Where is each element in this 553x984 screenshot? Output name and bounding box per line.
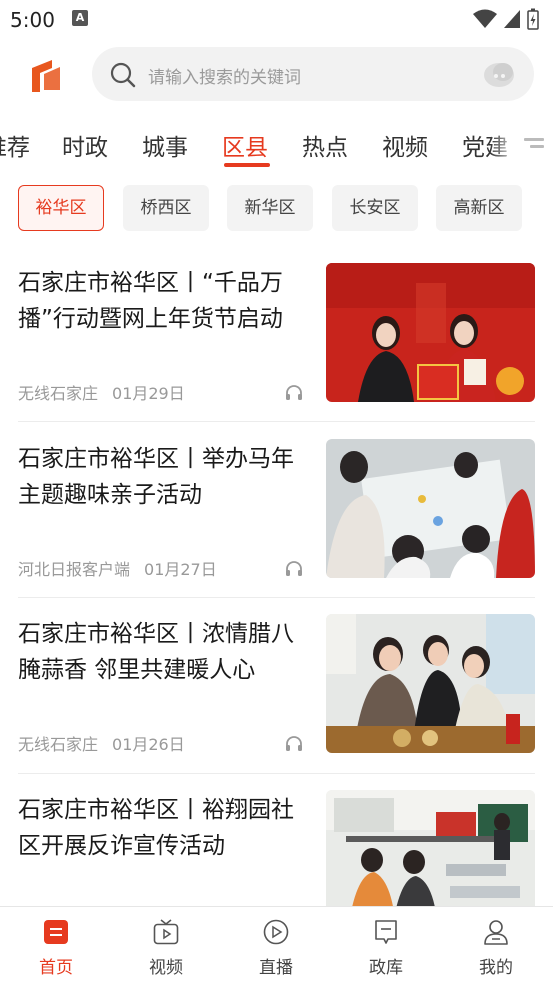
voice-assistant-icon[interactable] — [482, 59, 516, 89]
tv-icon — [153, 919, 179, 945]
chip-xinhua[interactable]: 新华区 — [227, 185, 313, 231]
signal-icon — [504, 10, 520, 28]
headphones-icon[interactable] — [284, 383, 304, 401]
active-tab-indicator — [224, 163, 270, 167]
district-chips: 裕华区 桥西区 新华区 长安区 高新区 — [0, 184, 553, 234]
home-icon — [44, 920, 68, 944]
channel-tabs: 推荐 时政 城事 区县 热点 视频 党建 — [0, 112, 553, 172]
news-thumbnail — [326, 263, 535, 402]
nav-gov-library[interactable]: 政库 — [331, 907, 441, 984]
news-thumbnail — [326, 614, 535, 753]
news-source: 无线石家庄 — [18, 735, 99, 754]
news-title: 石家庄市裕华区丨“千品万播”行动暨网上年货节启动 — [18, 270, 283, 332]
news-item[interactable]: 石家庄市裕华区丨举办马年主题趣味亲子活动 河北日报客户端 01月27日 — [0, 439, 553, 615]
search-icon — [110, 62, 136, 88]
nav-home[interactable]: 首页 — [1, 907, 111, 984]
wifi-icon — [473, 9, 497, 28]
news-date: 01月26日 — [112, 735, 185, 754]
news-title: 石家庄市裕华区丨裕翔园社区开展反诈宣传活动 — [18, 797, 294, 859]
bottom-nav: 首页 视频 直播 政库 我的 — [0, 906, 553, 984]
nav-label: 政库 — [369, 958, 403, 978]
notification-icon: A — [72, 10, 88, 26]
nav-profile[interactable]: 我的 — [441, 907, 551, 984]
tab-districts[interactable]: 区县 — [222, 128, 268, 162]
app-logo-icon[interactable] — [30, 54, 62, 94]
system-icons — [473, 8, 539, 30]
search-placeholder: 请输入搜索的关键词 — [148, 68, 301, 88]
divider — [18, 773, 535, 774]
headphones-icon[interactable] — [284, 559, 304, 577]
nav-live[interactable]: 直播 — [221, 907, 331, 984]
tab-city[interactable]: 城事 — [142, 128, 188, 162]
nav-label: 直播 — [259, 958, 293, 978]
news-thumbnail — [326, 439, 535, 578]
divider — [18, 421, 535, 422]
bookmark-book-icon — [375, 920, 397, 944]
tab-politics[interactable]: 时政 — [62, 128, 108, 162]
news-source: 河北日报客户端 — [18, 560, 131, 579]
tab-recommend[interactable]: 推荐 — [0, 128, 30, 162]
news-date: 01月27日 — [144, 560, 217, 579]
nav-video[interactable]: 视频 — [111, 907, 221, 984]
header: 请输入搜索的关键词 — [0, 38, 553, 112]
news-meta: 无线石家庄 01月29日 — [18, 380, 185, 404]
news-source: 无线石家庄 — [18, 384, 99, 403]
news-item[interactable]: 石家庄市裕华区丨浓情腊八腌蒜香 邻里共建暖人心 无线石家庄 01月26日 — [0, 614, 553, 790]
tab-hot[interactable]: 热点 — [302, 128, 348, 162]
nav-label: 视频 — [149, 958, 183, 978]
battery-icon — [527, 8, 539, 30]
divider — [18, 597, 535, 598]
chip-gaoxin[interactable]: 高新区 — [436, 185, 522, 231]
chip-qiaoxi[interactable]: 桥西区 — [123, 185, 209, 231]
news-date: 01月29日 — [112, 384, 185, 403]
nav-label: 首页 — [39, 958, 73, 978]
news-title: 石家庄市裕华区丨浓情腊八腌蒜香 邻里共建暖人心 — [18, 621, 294, 683]
chip-yuhua[interactable]: 裕华区 — [18, 185, 104, 231]
headphones-icon[interactable] — [284, 734, 304, 752]
tab-video[interactable]: 视频 — [382, 128, 428, 162]
play-circle-icon — [263, 919, 289, 945]
status-time: 5:00 — [10, 8, 55, 32]
search-bar[interactable]: 请输入搜索的关键词 — [92, 47, 534, 101]
news-item[interactable]: 石家庄市裕华区丨“千品万播”行动暨网上年货节启动 无线石家庄 01月29日 — [0, 263, 553, 439]
channel-menu-icon[interactable] — [508, 112, 553, 172]
status-bar: 5:00 A — [0, 0, 553, 38]
user-icon — [484, 920, 508, 945]
news-meta: 河北日报客户端 01月27日 — [18, 556, 217, 580]
news-title: 石家庄市裕华区丨举办马年主题趣味亲子活动 — [18, 446, 294, 508]
chip-changan[interactable]: 长安区 — [332, 185, 418, 231]
nav-label: 我的 — [479, 958, 513, 978]
news-meta: 无线石家庄 01月26日 — [18, 731, 185, 755]
